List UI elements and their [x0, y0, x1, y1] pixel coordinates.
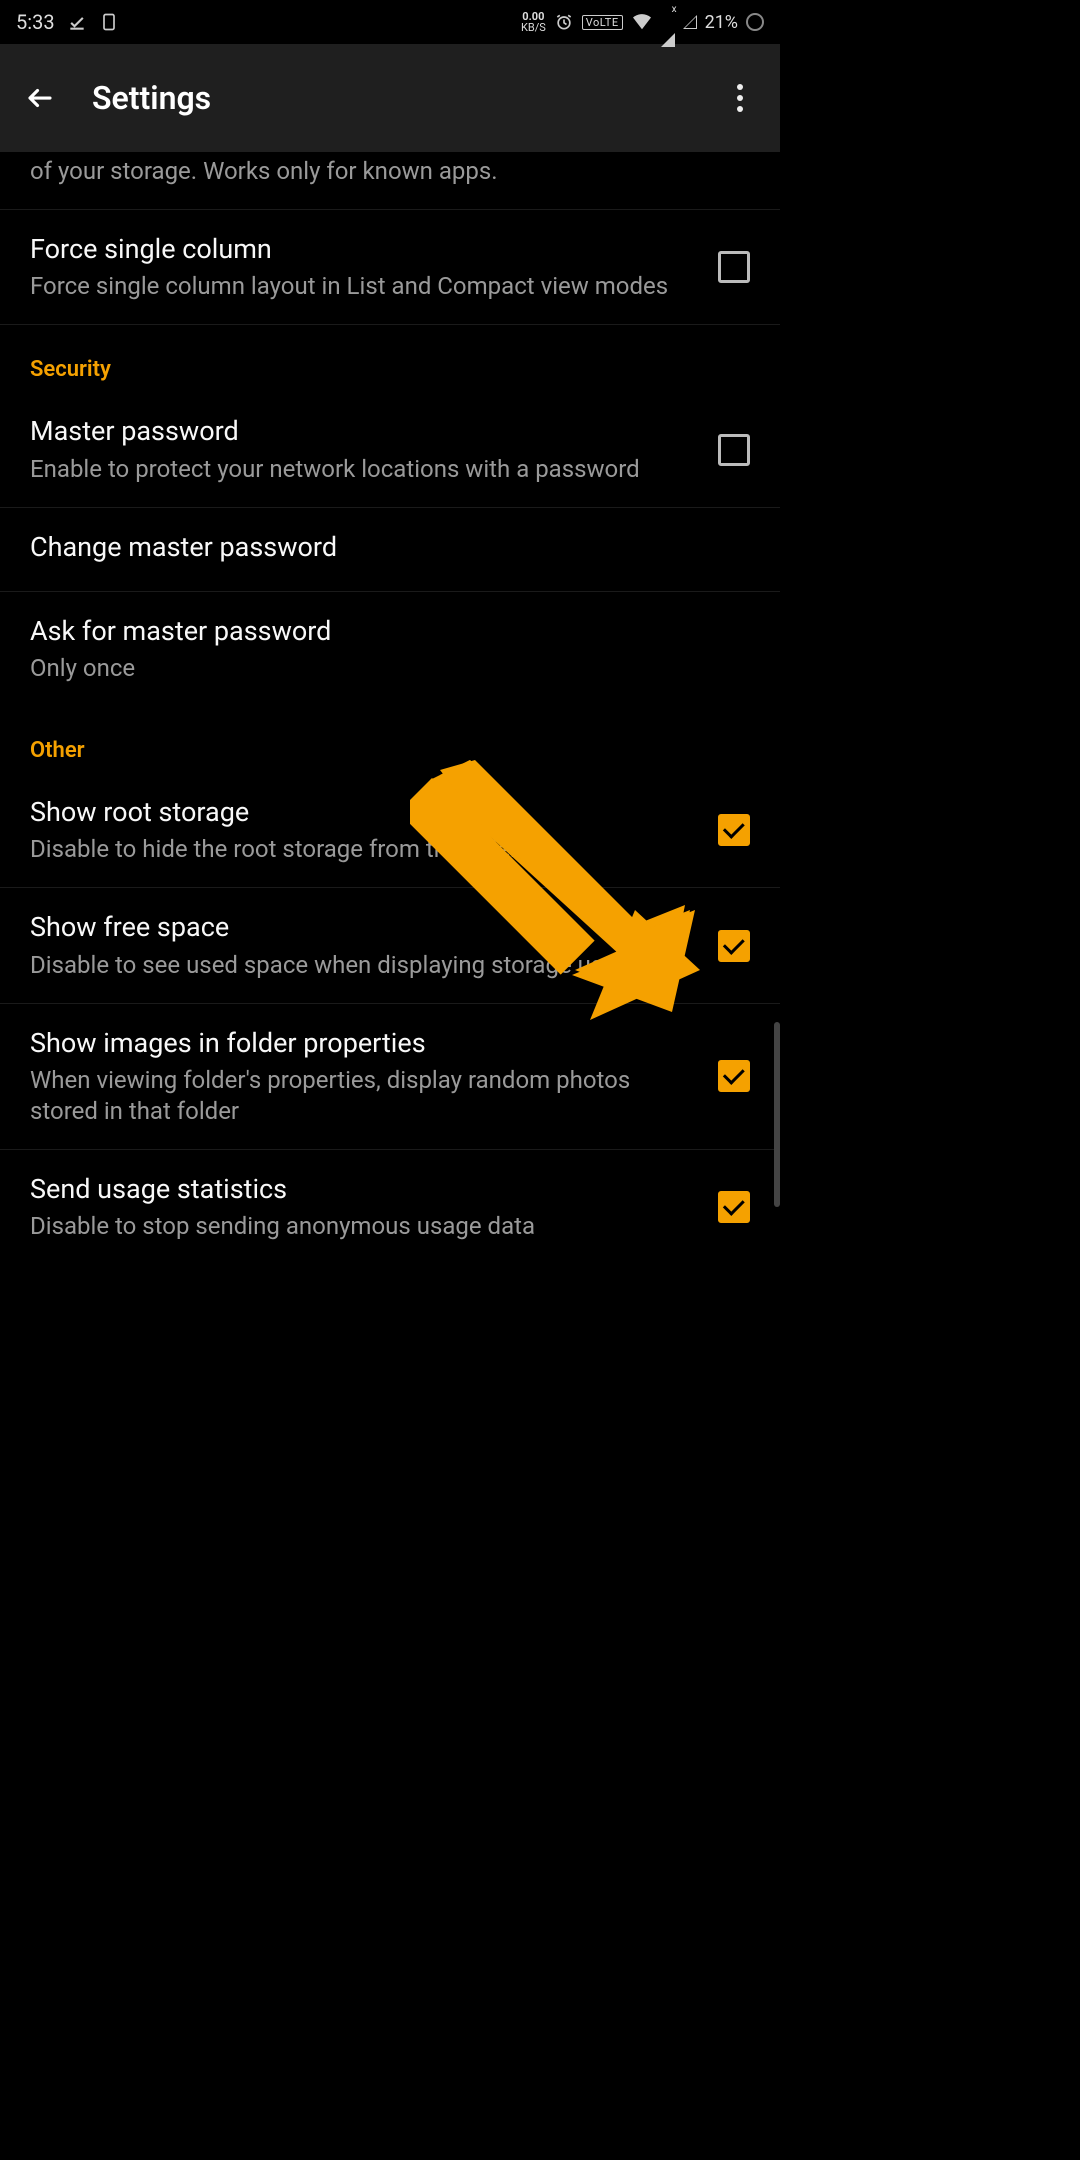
wifi-icon — [631, 13, 653, 31]
battery-circle-icon — [746, 13, 764, 31]
back-button[interactable] — [16, 74, 64, 122]
volte-icon: VoLTE — [582, 15, 623, 30]
status-time: 5:33 — [16, 10, 55, 34]
signal-1-icon: x — [661, 12, 675, 33]
more-options-button[interactable] — [716, 74, 764, 122]
setting-title: Force single column — [30, 232, 698, 267]
setting-title: Send usage statistics — [30, 1172, 698, 1207]
setting-sub: Force single column layout in List and C… — [30, 271, 698, 302]
alarm-icon — [554, 12, 574, 32]
setting-row-show-images-folder-properties[interactable]: Show images in folder properties When vi… — [0, 1004, 780, 1150]
signal-2-icon — [683, 15, 697, 29]
setting-row-change-master-password[interactable]: Change master password — [0, 508, 780, 592]
app-bar: Settings — [0, 44, 780, 152]
setting-sub: Disable to see used space when displayin… — [30, 950, 698, 981]
setting-sub: Disable to hide the root storage from th… — [30, 834, 698, 865]
checkbox-unchecked[interactable] — [718, 434, 750, 466]
section-header-other: Other — [0, 706, 780, 773]
setting-row-master-password[interactable]: Master password Enable to protect your n… — [0, 392, 780, 507]
checkbox-checked[interactable] — [718, 1191, 750, 1223]
setting-sub: Disable to stop sending anonymous usage … — [30, 1211, 698, 1242]
checkbox-checked[interactable] — [718, 814, 750, 846]
setting-row-ask-master-password[interactable]: Ask for master password Only once — [0, 592, 780, 706]
setting-sub: When viewing folder's properties, displa… — [30, 1065, 698, 1127]
setting-title: Show images in folder properties — [30, 1026, 698, 1061]
setting-row-send-usage-statistics[interactable]: Send usage statistics Disable to stop se… — [0, 1150, 780, 1264]
settings-list[interactable]: of your storage. Works only for known ap… — [0, 152, 780, 1560]
arrow-back-icon — [25, 83, 55, 113]
checkbox-checked[interactable] — [718, 1060, 750, 1092]
setting-row-show-free-space[interactable]: Show free space Disable to see used spac… — [0, 888, 780, 1003]
scrollbar-thumb[interactable] — [774, 1022, 780, 1207]
page-title: Settings — [92, 79, 716, 117]
setting-row-partial[interactable]: of your storage. Works only for known ap… — [0, 152, 780, 210]
setting-sub: of your storage. Works only for known ap… — [30, 156, 730, 187]
more-vertical-icon — [737, 84, 743, 112]
checkbox-unchecked[interactable] — [718, 251, 750, 283]
setting-title: Show free space — [30, 910, 698, 945]
status-bar: 5:33 0.00 KB/S VoLTE x 21% — [0, 0, 780, 44]
setting-title: Show root storage — [30, 795, 698, 830]
setting-row-force-single-column[interactable]: Force single column Force single column … — [0, 210, 780, 325]
setting-title: Ask for master password — [30, 614, 730, 649]
download-done-icon — [67, 12, 87, 32]
setting-title: Change master password — [30, 530, 730, 565]
sim-icon — [99, 11, 119, 33]
setting-title: Master password — [30, 414, 698, 449]
network-speed-icon: 0.00 KB/S — [521, 11, 546, 33]
checkbox-checked[interactable] — [718, 930, 750, 962]
setting-sub: Enable to protect your network locations… — [30, 454, 698, 485]
section-header-security: Security — [0, 325, 780, 392]
setting-row-show-root-storage[interactable]: Show root storage Disable to hide the ro… — [0, 773, 780, 888]
battery-percent: 21% — [705, 12, 738, 33]
setting-sub: Only once — [30, 653, 730, 684]
